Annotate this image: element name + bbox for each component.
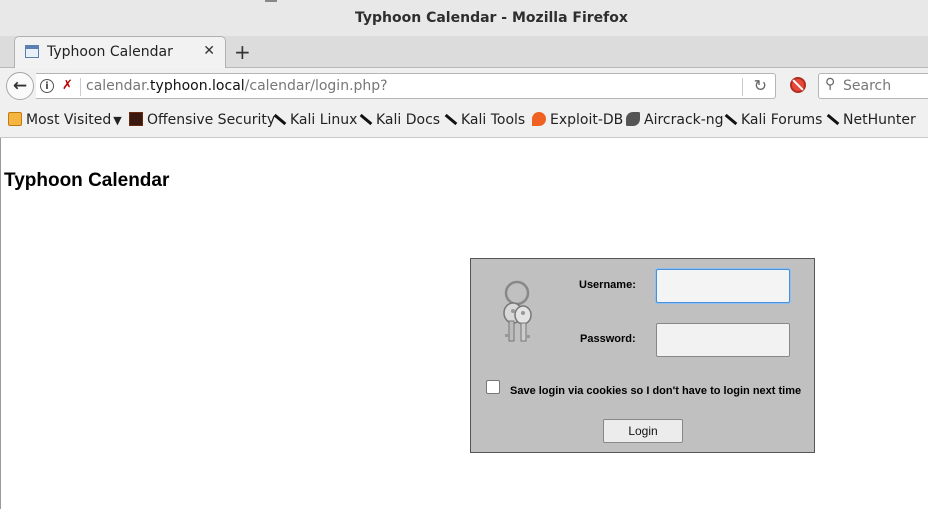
insecure-lock-icon[interactable]: ✗: [62, 79, 74, 93]
bookmark-kali-tools[interactable]: Kali Tools: [443, 112, 525, 128]
navigation-toolbar: ← i ✗ calendar.typhoon.local/calendar/lo…: [0, 68, 928, 104]
search-input[interactable]: ⚲ Search: [818, 73, 928, 99]
bookmark-exploit-db[interactable]: Exploit-DB: [532, 112, 623, 128]
window-titlebar: Typhoon Calendar - Mozilla Firefox: [0, 0, 928, 36]
kali-icon: [272, 112, 286, 126]
username-field[interactable]: [656, 269, 790, 303]
bookmark-kali-linux[interactable]: Kali Linux: [272, 112, 357, 128]
login-button[interactable]: Login: [603, 419, 683, 443]
kali-icon: [358, 112, 372, 126]
new-tab-button[interactable]: +: [234, 40, 251, 64]
bookmark-aircrack-ng[interactable]: Aircrack-ng: [626, 112, 724, 128]
bookmark-offensive-security[interactable]: Offensive Security: [129, 112, 275, 128]
search-icon: ⚲: [825, 76, 836, 92]
url-bar[interactable]: i ✗ calendar.typhoon.local/calendar/logi…: [36, 73, 776, 99]
aircrack-icon: [626, 112, 640, 126]
password-field[interactable]: [656, 323, 790, 357]
bookmarks-toolbar: Most Visited ▼ Offensive Security Kali Li…: [0, 104, 928, 138]
url-separator: [80, 78, 81, 96]
remember-checkbox[interactable]: [486, 380, 500, 394]
search-placeholder: Search: [843, 78, 892, 94]
tab-close-icon[interactable]: ✕: [203, 43, 215, 59]
kali-icon: [825, 112, 839, 126]
url-text[interactable]: calendar.typhoon.local/calendar/login.ph…: [86, 78, 388, 94]
bookmark-kali-forums[interactable]: Kali Forums: [723, 112, 822, 128]
username-label: Username:: [579, 279, 636, 291]
back-button[interactable]: ←: [6, 72, 34, 100]
calendar-favicon-icon: [25, 45, 39, 58]
page-content: Typhoon Calendar Username: Password: Sav…: [0, 138, 928, 509]
exploitdb-icon: [532, 112, 546, 126]
tab-strip: Typhoon Calendar ✕ +: [0, 36, 928, 68]
url-separator-right: [742, 78, 743, 96]
remember-label: Save login via cookies so I don't have t…: [510, 385, 802, 397]
info-icon[interactable]: i: [40, 79, 54, 93]
kali-icon: [443, 112, 457, 126]
window-title: Typhoon Calendar - Mozilla Firefox: [355, 10, 628, 26]
page-title: Typhoon Calendar: [4, 170, 170, 191]
tab-typhoon-calendar[interactable]: Typhoon Calendar ✕: [14, 36, 226, 68]
kali-icon: [723, 112, 737, 126]
folder-icon: [8, 112, 22, 126]
bookmark-nethunter[interactable]: NetHunter: [825, 112, 916, 128]
offsec-icon: [129, 112, 143, 126]
titlebar-handle: [265, 0, 277, 2]
tab-label: Typhoon Calendar: [47, 44, 173, 60]
bookmark-kali-docs[interactable]: Kali Docs: [358, 112, 440, 128]
bookmark-most-visited[interactable]: Most Visited ▼: [8, 112, 122, 128]
keys-icon: [503, 280, 532, 342]
password-label: Password:: [580, 333, 636, 345]
chevron-down-icon: ▼: [113, 114, 122, 127]
reload-icon[interactable]: ↻: [754, 76, 767, 95]
login-form: Username: Password: Save login via cooki…: [470, 258, 815, 453]
noscript-block-icon[interactable]: [790, 77, 806, 93]
